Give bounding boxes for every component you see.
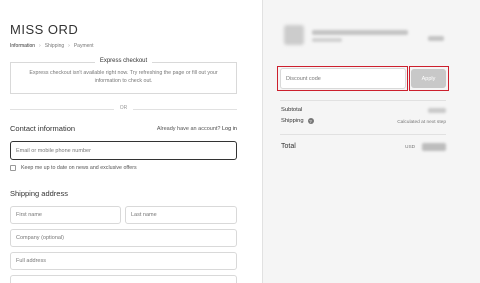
- subtotal-value-redacted: [428, 108, 446, 113]
- express-checkout-title: Express checkout: [11, 58, 236, 64]
- address-field[interactable]: Full address: [10, 252, 237, 270]
- chevron-right-icon: ›: [68, 43, 70, 49]
- question-circle-icon[interactable]: ?: [307, 118, 314, 124]
- first-name-field[interactable]: First name: [10, 206, 121, 224]
- shipping-label: Shipping ?: [281, 118, 314, 124]
- currency-code: USD: [405, 145, 416, 150]
- breadcrumb-shipping: Shipping: [44, 43, 65, 49]
- product-variant-redacted: [312, 38, 342, 42]
- breadcrumb-information: Information: [10, 43, 36, 49]
- express-checkout-box: Express checkout Express checkout isn't …: [10, 58, 237, 94]
- or-text: OR: [119, 105, 128, 111]
- breadcrumb-payment: Payment: [73, 43, 94, 49]
- product-thumbnail: [284, 25, 304, 45]
- shipping-note: Calculated at next step: [397, 120, 446, 125]
- shipping-title: Shipping address: [10, 189, 68, 198]
- login-link[interactable]: Log in: [222, 126, 237, 132]
- newsletter-label: Keep me up to date on news and exclusive…: [21, 165, 137, 171]
- company-field[interactable]: Company (optional): [10, 229, 237, 247]
- summary-divider: [280, 100, 446, 101]
- contact-title: Contact information: [10, 124, 76, 133]
- last-name-field[interactable]: Last name: [125, 206, 237, 224]
- breadcrumb: Information › Shipping › Payment: [10, 43, 94, 49]
- product-title-redacted: [312, 30, 408, 35]
- apply-highlight-box: [409, 66, 449, 91]
- chevron-right-icon: ›: [39, 43, 41, 49]
- subtotal-label: Subtotal: [281, 107, 303, 113]
- summary-divider: [280, 134, 446, 135]
- discount-highlight-box: [277, 66, 408, 91]
- account-prompt: Already have an account? Log in: [156, 126, 237, 132]
- store-name[interactable]: MISS ORD: [10, 22, 78, 37]
- express-checkout-message: Express checkout isn't available right n…: [29, 70, 218, 84]
- divider-line: [133, 109, 237, 110]
- email-field[interactable]: Email or mobile phone number: [10, 141, 237, 160]
- checkout-main: MISS ORD Information › Shipping › Paymen…: [0, 0, 262, 283]
- or-divider: OR: [10, 105, 237, 113]
- address-field-2[interactable]: [10, 275, 237, 283]
- newsletter-checkbox[interactable]: [10, 165, 16, 171]
- total-value-redacted: [422, 143, 446, 151]
- product-price-redacted: [428, 36, 444, 41]
- total-label: Total: [281, 143, 296, 150]
- newsletter-checkbox-row[interactable]: Keep me up to date on news and exclusive…: [10, 165, 137, 171]
